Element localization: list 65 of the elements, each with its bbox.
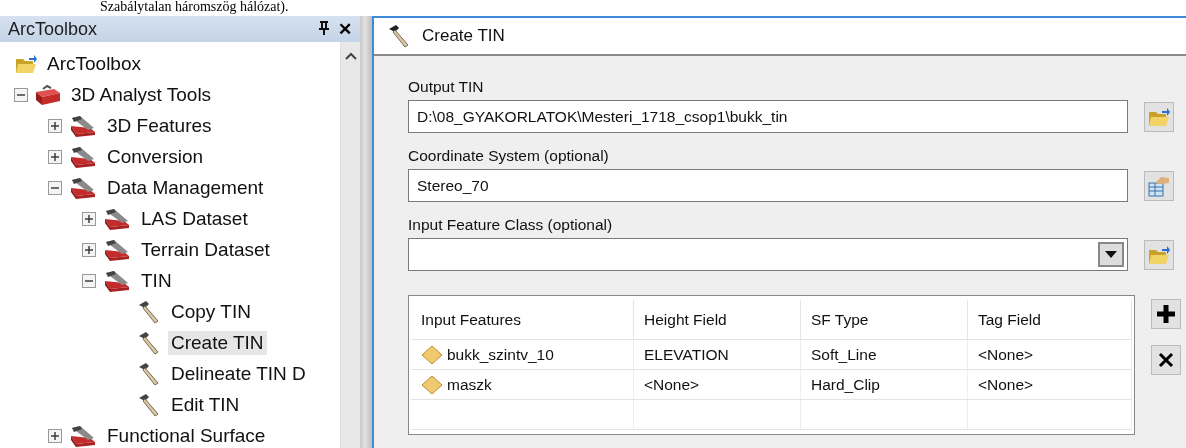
table-cell: Hard_Clip bbox=[811, 375, 880, 394]
pin-icon[interactable] bbox=[318, 20, 330, 35]
toolset-icon bbox=[68, 144, 98, 169]
input-field[interactable]: D:\08_GYAKORLATOK\Mesteri_1718_csop1\bukk_tin bbox=[408, 100, 1128, 133]
toolset-icon bbox=[68, 175, 98, 200]
toolset-icon bbox=[102, 237, 132, 262]
tree-item[interactable]: LAS Dataset bbox=[138, 206, 251, 231]
table-cell: Soft_Line bbox=[811, 345, 877, 364]
browse-button[interactable] bbox=[1144, 101, 1174, 132]
tree-item[interactable]: Functional Surface bbox=[104, 423, 269, 448]
plus-icon bbox=[1156, 304, 1176, 324]
properties-button[interactable] bbox=[1144, 170, 1174, 201]
remove-button[interactable] bbox=[1151, 345, 1181, 375]
toolset-icon bbox=[68, 113, 98, 138]
toolbox-icon bbox=[34, 82, 62, 107]
table-cell: <None> bbox=[978, 345, 1034, 364]
browse-button[interactable] bbox=[1144, 239, 1174, 270]
toolset-icon bbox=[102, 206, 132, 231]
dialog-title: Create TIN bbox=[422, 26, 505, 46]
expand-icon[interactable] bbox=[82, 211, 96, 226]
column-header[interactable]: Height Field bbox=[634, 300, 801, 339]
tree-item[interactable]: Terrain Dataset bbox=[138, 237, 273, 262]
field-label: Coordinate System (optional) bbox=[408, 147, 610, 166]
document-text: Szabálytalan háromszög hálózat). bbox=[99, 0, 290, 16]
tree-item[interactable]: Delineate TIN D bbox=[168, 361, 309, 386]
feature-layer-icon bbox=[421, 374, 443, 395]
input-field[interactable]: Stereo_70 bbox=[408, 169, 1128, 202]
collapse-icon[interactable] bbox=[14, 87, 28, 102]
table-cell: <None> bbox=[644, 375, 700, 394]
column-header[interactable]: SF Type bbox=[801, 300, 968, 339]
collapse-icon[interactable] bbox=[48, 180, 62, 195]
expand-icon[interactable] bbox=[48, 149, 62, 164]
tree-item[interactable]: Create TIN bbox=[168, 330, 267, 355]
expand-icon[interactable] bbox=[82, 242, 96, 257]
field-label: Input Feature Class (optional) bbox=[408, 216, 614, 235]
close-icon bbox=[1158, 352, 1174, 368]
tree-item[interactable]: 3D Analyst Tools bbox=[68, 82, 215, 107]
dropdown-arrow-icon bbox=[1105, 251, 1117, 258]
panel-title: ArcToolbox bbox=[8, 18, 98, 40]
scrollbar[interactable] bbox=[340, 42, 360, 448]
table-cell: bukk_szintv_10 bbox=[447, 345, 554, 364]
tree-item[interactable]: 3D Features bbox=[104, 113, 215, 138]
tree-item[interactable]: Edit TIN bbox=[168, 392, 243, 417]
field-label: Output TIN bbox=[408, 78, 485, 97]
table-cell: <None> bbox=[978, 375, 1034, 394]
column-header[interactable]: Tag Field bbox=[968, 300, 1132, 339]
tree-item[interactable]: ArcToolbox bbox=[44, 51, 144, 76]
close-button[interactable]: ✕ bbox=[338, 19, 352, 39]
feature-layer-icon bbox=[421, 344, 443, 365]
table-cell: maszk bbox=[447, 375, 492, 394]
tree-item[interactable]: Data Management bbox=[104, 175, 267, 200]
tree-item[interactable]: TIN bbox=[138, 268, 175, 293]
dropdown-field[interactable] bbox=[408, 238, 1128, 271]
spatial-reference-icon bbox=[1147, 174, 1171, 197]
toolset-icon bbox=[68, 423, 98, 448]
expand-icon[interactable] bbox=[48, 118, 62, 133]
add-button[interactable] bbox=[1151, 299, 1181, 329]
scroll-up-icon[interactable] bbox=[344, 52, 357, 60]
collapse-icon[interactable] bbox=[82, 273, 96, 288]
toolset-icon bbox=[102, 268, 132, 293]
tree-item[interactable]: Copy TIN bbox=[168, 299, 254, 324]
table-cell: ELEVATION bbox=[644, 345, 729, 364]
column-header[interactable]: Input Features bbox=[411, 300, 634, 339]
tree-item[interactable]: Conversion bbox=[104, 144, 207, 169]
expand-icon[interactable] bbox=[48, 428, 62, 443]
